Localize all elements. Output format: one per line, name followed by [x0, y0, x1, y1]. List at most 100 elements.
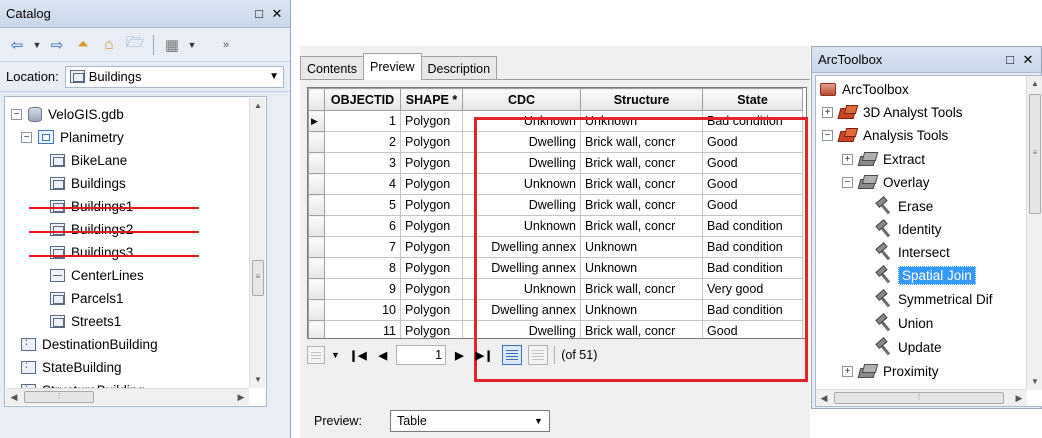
preview-type-select[interactable]: Table ▼ [389, 410, 550, 432]
toolbox-vertical-scrollbar[interactable]: ▲ ≡ ▼ [1026, 76, 1042, 390]
table-row[interactable]: 4 Polygon Unknown Brick wall, concr Good [308, 173, 803, 195]
scroll-right-icon[interactable]: ▶ [233, 389, 249, 405]
column-header-shape[interactable]: SHAPE * [400, 88, 463, 111]
chevron-down-icon[interactable]: ▼ [269, 71, 279, 82]
expand-icon[interactable]: + [842, 153, 853, 165]
row-selector[interactable] [308, 152, 325, 174]
tree-item-buildings2[interactable]: Buildings2 [50, 218, 133, 240]
tree-item-3d-analyst-tools[interactable]: + 3D Analyst Tools [822, 101, 963, 123]
table-cell-state[interactable]: Bad condition [702, 257, 803, 279]
tree-item-overlay[interactable]: − Overlay [842, 171, 930, 193]
table-cell-shape[interactable]: Polygon [400, 194, 463, 216]
column-header-objectid[interactable]: OBJECTID [324, 88, 401, 111]
row-selector[interactable] [308, 173, 325, 195]
table-cell-cdc[interactable]: Dwelling [462, 152, 581, 174]
table-row[interactable]: 2 Polygon Dwelling Brick wall, concr Good [308, 131, 803, 153]
tree-item-streets1[interactable]: Streets1 [50, 310, 121, 332]
row-selector[interactable] [308, 299, 325, 321]
dropdown-arrow-icon[interactable]: ▼ [32, 34, 42, 56]
column-header-state[interactable]: State [702, 88, 803, 111]
table-cell-state[interactable]: Good [702, 194, 803, 216]
column-header-structure[interactable]: Structure [580, 88, 703, 111]
table-cell-cdc[interactable]: Dwelling [462, 131, 581, 153]
scroll-thumb[interactable]: ≡ [1029, 94, 1041, 214]
table-cell-state[interactable]: Good [702, 131, 803, 153]
table-cell-objectid[interactable]: 11 [324, 320, 401, 338]
table-cell-structure[interactable]: Brick wall, concr [580, 320, 703, 338]
next-record-button[interactable]: ▶ [452, 349, 466, 362]
expand-icon[interactable]: + [822, 106, 833, 118]
catalog-horizontal-scrollbar[interactable]: ◀ ⋮ ▶ [6, 388, 249, 405]
tab-contents[interactable]: Contents [300, 56, 365, 80]
show-selected-records-icon[interactable] [528, 345, 549, 365]
table-cell-shape[interactable]: Polygon [400, 320, 463, 338]
collapse-icon[interactable]: − [21, 131, 32, 143]
table-cell-state[interactable]: Good [702, 152, 803, 174]
tree-item-proximity[interactable]: + Proximity [842, 360, 939, 382]
tree-item-bikelane[interactable]: BikeLane [50, 149, 127, 171]
table-cell-shape[interactable]: Polygon [400, 278, 463, 300]
table-row[interactable]: 5 Polygon Dwelling Brick wall, concr Good [308, 194, 803, 216]
tree-item-centerlines[interactable]: CenterLines [50, 264, 144, 286]
location-combo[interactable]: Buildings ▼ [64, 65, 284, 88]
table-cell-structure[interactable]: Unknown [580, 257, 703, 279]
tree-item-spatial-join[interactable]: Spatial Join [876, 264, 976, 286]
row-selector[interactable] [308, 257, 325, 279]
tab-description[interactable]: Description [420, 56, 498, 80]
tree-item-extract[interactable]: + Extract [842, 148, 925, 170]
table-cell-objectid[interactable]: 10 [324, 299, 401, 321]
scroll-left-icon[interactable]: ◀ [816, 390, 832, 406]
table-cell-structure[interactable]: Brick wall, concr [580, 152, 703, 174]
collapse-icon[interactable]: − [842, 176, 853, 188]
table-row[interactable]: 3 Polygon Dwelling Brick wall, concr Good [308, 152, 803, 174]
tree-item-planimetry[interactable]: − Planimetry [21, 126, 124, 148]
scroll-left-icon[interactable]: ◀ [6, 389, 22, 405]
view-options-icon[interactable]: ▦ [161, 34, 183, 56]
maximize-icon[interactable]: □ [252, 6, 266, 21]
table-row[interactable]: 10 Polygon Dwelling annex Unknown Bad condit… [308, 299, 803, 321]
table-cell-structure[interactable]: Brick wall, concr [580, 215, 703, 237]
tree-item-velogis-gdb[interactable]: − VeloGIS.gdb [11, 103, 124, 125]
current-record-input[interactable]: 1 [396, 345, 447, 365]
tree-item-union[interactable]: Union [876, 312, 933, 334]
tree-item-update[interactable]: Update [876, 336, 942, 358]
table-cell-objectid[interactable]: 8 [324, 257, 401, 279]
row-selector[interactable] [308, 320, 325, 338]
scroll-thumb[interactable]: ≡ [252, 260, 264, 296]
column-header-cdc[interactable]: CDC [462, 88, 581, 111]
previous-record-button[interactable]: ◀ [376, 349, 390, 362]
row-selector-header[interactable] [308, 88, 325, 111]
first-record-button[interactable]: ❙◀ [346, 349, 370, 362]
table-cell-shape[interactable]: Polygon [400, 236, 463, 258]
options-dropdown-icon[interactable]: ▼ [331, 350, 340, 360]
tree-item-erase[interactable]: Erase [876, 195, 933, 217]
toolbox-horizontal-scrollbar[interactable]: ◀ ⋮ ▶ [816, 389, 1027, 406]
expand-icon[interactable]: + [842, 365, 853, 377]
tree-item-buildings[interactable]: Buildings [50, 172, 126, 194]
table-row[interactable]: ▶ 1 Polygon Unknown Unknown Bad condition [308, 110, 803, 132]
table-cell-objectid[interactable]: 5 [324, 194, 401, 216]
scroll-right-icon[interactable]: ▶ [1011, 390, 1027, 406]
table-cell-cdc[interactable]: Dwelling [462, 320, 581, 338]
table-cell-shape[interactable]: Polygon [400, 110, 463, 132]
table-cell-objectid[interactable]: 2 [324, 131, 401, 153]
table-row[interactable]: 8 Polygon Dwelling annex Unknown Bad conditi… [308, 257, 803, 279]
up-one-level-icon[interactable]: ⏶ [72, 34, 94, 56]
options-menu-icon[interactable] [307, 346, 325, 364]
table-cell-structure[interactable]: Brick wall, concr [580, 131, 703, 153]
table-cell-shape[interactable]: Polygon [400, 215, 463, 237]
table-cell-cdc[interactable]: Dwelling annex [462, 257, 581, 279]
table-cell-structure[interactable]: Unknown [580, 299, 703, 321]
collapse-icon[interactable]: − [11, 108, 22, 120]
scroll-up-icon[interactable]: ▲ [250, 98, 266, 114]
row-selector[interactable] [308, 278, 325, 300]
table-cell-shape[interactable]: Polygon [400, 173, 463, 195]
table-cell-state[interactable]: Bad condition [702, 215, 803, 237]
view-dropdown-icon[interactable]: ▼ [187, 34, 197, 56]
home-folder-icon[interactable]: ⌂ [98, 34, 120, 56]
row-selector[interactable] [308, 236, 325, 258]
catalog-vertical-scrollbar[interactable]: ▲ ≡ ▼ [249, 98, 265, 388]
table-cell-shape[interactable]: Polygon [400, 152, 463, 174]
row-selector[interactable] [308, 131, 325, 153]
row-selector[interactable] [308, 215, 325, 237]
